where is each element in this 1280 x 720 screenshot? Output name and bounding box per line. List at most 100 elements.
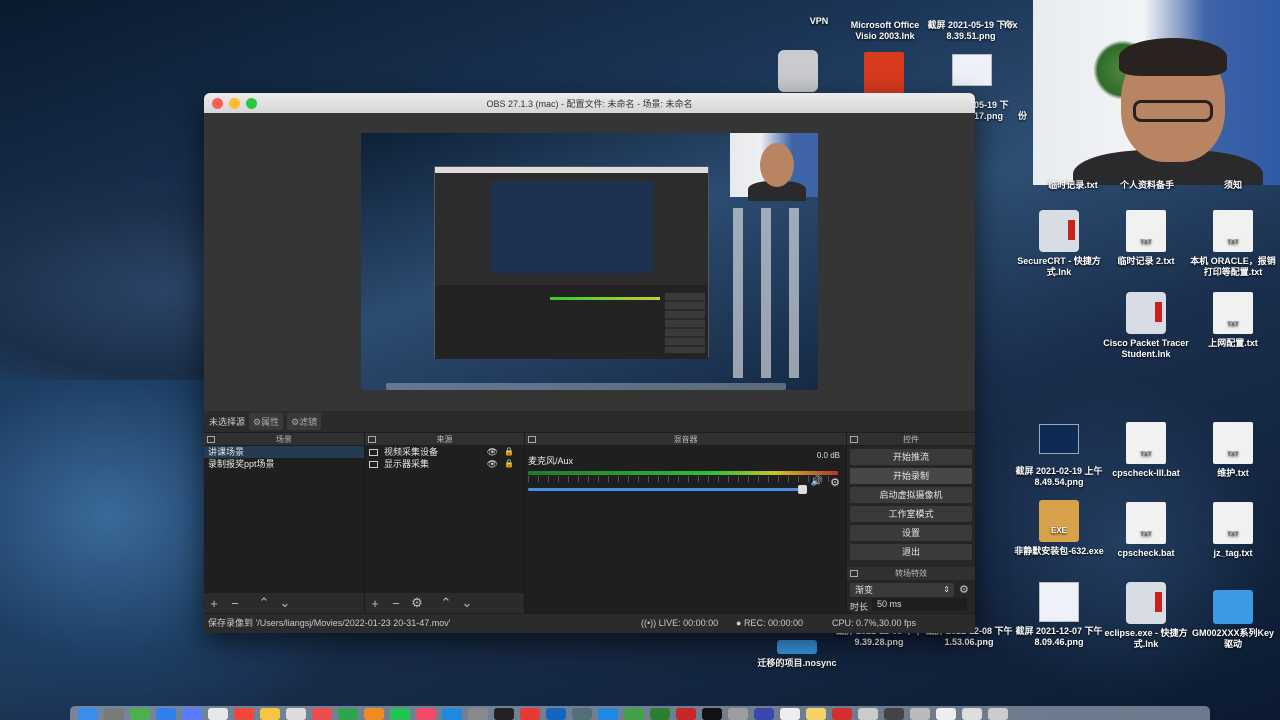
- finder-icon[interactable]: [78, 708, 98, 720]
- wechat-icon[interactable]: [624, 708, 644, 720]
- preview-area[interactable]: [204, 113, 975, 411]
- exit-button[interactable]: 退出: [850, 544, 972, 560]
- trash-icon[interactable]: [988, 708, 1008, 720]
- app-icon[interactable]: [338, 708, 358, 720]
- settings-icon[interactable]: [468, 708, 488, 720]
- source-item[interactable]: 显示器采集 👁 🔒: [365, 458, 524, 470]
- properties-button[interactable]: ⚙属性: [249, 413, 284, 430]
- move-up-icon[interactable]: ⌃: [440, 595, 452, 611]
- app-icon[interactable]: [650, 708, 670, 720]
- desktop-icon-maintain[interactable]: 维护.txt: [1188, 422, 1278, 479]
- app-icon[interactable]: [676, 708, 696, 720]
- scene-item[interactable]: 讲课场景: [204, 446, 364, 458]
- undock-icon[interactable]: [368, 436, 376, 443]
- app-icon[interactable]: [364, 708, 384, 720]
- app-icon[interactable]: [312, 708, 332, 720]
- app-icon[interactable]: [884, 708, 904, 720]
- remove-icon[interactable]: −: [229, 596, 241, 611]
- desktop-icon-screenshot-0219[interactable]: 截屏 2021-02-19 上午8.49.54.png: [1014, 424, 1104, 488]
- desktop-icon-net-config[interactable]: 上网配置.txt: [1188, 292, 1278, 349]
- settings-button[interactable]: 设置: [850, 525, 972, 541]
- app-icon[interactable]: [728, 708, 748, 720]
- calendar-icon[interactable]: [234, 708, 254, 720]
- safari-icon[interactable]: [156, 708, 176, 720]
- obs-icon[interactable]: [702, 708, 722, 720]
- notes-icon[interactable]: [260, 708, 280, 720]
- terminal-icon[interactable]: [494, 708, 514, 720]
- app-icon[interactable]: [598, 708, 618, 720]
- remove-icon[interactable]: −: [390, 596, 402, 611]
- desktop-icon-cut[interactable]: 个人资料备手: [1102, 180, 1192, 191]
- desktop-icon-png[interactable]: [950, 54, 994, 90]
- app-icon[interactable]: [754, 708, 774, 720]
- app-icon[interactable]: [936, 708, 956, 720]
- desktop-icon-exe[interactable]: 非静默安装包-632.exe: [1014, 500, 1104, 557]
- desktop-icon-screenshot-c[interactable]: 截屏 2021-12-07 下午8.09.46.png: [1014, 582, 1104, 648]
- speaker-icon[interactable]: 🔊: [811, 476, 823, 487]
- app-store-icon[interactable]: [442, 708, 462, 720]
- app-icon[interactable]: [416, 708, 436, 720]
- add-icon[interactable]: +: [208, 596, 220, 611]
- duration-input[interactable]: 50 ms: [872, 598, 967, 611]
- desktop-icon-cpscheck[interactable]: cpscheck.bat: [1101, 502, 1191, 559]
- start-streaming-button[interactable]: 开始推流: [850, 449, 972, 465]
- filters-button[interactable]: ⚙滤镜: [287, 413, 322, 430]
- move-up-icon[interactable]: ⌃: [258, 595, 270, 611]
- desktop-icon-cisco[interactable]: Cisco Packet Tracer Student.lnk: [1101, 292, 1191, 360]
- desktop-icon-disk[interactable]: [778, 50, 818, 96]
- messages-icon[interactable]: [390, 708, 410, 720]
- source-item[interactable]: 视频采集设备 👁 🔒: [365, 446, 524, 458]
- desktop-icon-cpscheck3[interactable]: cpscheck-III.bat: [1101, 422, 1191, 479]
- window-titlebar[interactable]: OBS 27.1.3 (mac) - 配置文件: 未命名 - 场景: 未命名: [204, 93, 975, 113]
- folder-icon[interactable]: [806, 708, 826, 720]
- desktop-icon-securecrt[interactable]: SecureCRT - 快捷方式.lnk: [1014, 210, 1104, 278]
- volume-fader[interactable]: [528, 485, 807, 494]
- add-icon[interactable]: +: [369, 596, 381, 611]
- start-recording-button[interactable]: 开始录制: [850, 468, 972, 484]
- transition-select[interactable]: 渐变 ⇕: [850, 583, 954, 597]
- start-virtual-camera-button[interactable]: 启动虚拟摄像机: [850, 487, 972, 503]
- preview-canvas[interactable]: [361, 133, 818, 390]
- fader-knob[interactable]: [798, 485, 807, 494]
- undock-icon[interactable]: [207, 436, 215, 443]
- undock-icon[interactable]: [850, 436, 858, 443]
- desktop-icon-jz-tag[interactable]: jz_tag.txt: [1188, 502, 1278, 559]
- app-icon[interactable]: [546, 708, 566, 720]
- desktop-icon-fox[interactable]: fox: [1004, 20, 1034, 31]
- app-icon[interactable]: [780, 708, 800, 720]
- studio-mode-button[interactable]: 工作室模式: [850, 506, 972, 522]
- app-icon[interactable]: [286, 708, 306, 720]
- desktop-icon-office[interactable]: [862, 52, 906, 98]
- app-icon[interactable]: [182, 708, 202, 720]
- app-icon[interactable]: [520, 708, 540, 720]
- move-down-icon[interactable]: ⌄: [279, 595, 291, 611]
- app-icon[interactable]: [910, 708, 930, 720]
- app-icon[interactable]: [962, 708, 982, 720]
- desktop-icon-migrate[interactable]: 迁移的项目.nosync: [752, 640, 842, 669]
- desktop-icon-eclipse[interactable]: eclipse.exe - 快捷方式.lnk: [1101, 582, 1191, 650]
- undock-icon[interactable]: [850, 570, 858, 577]
- desktop-icon-visio[interactable]: Microsoft Office Visio 2003.lnk: [840, 0, 930, 42]
- undock-icon[interactable]: [528, 436, 536, 443]
- gear-icon[interactable]: ⚙: [411, 595, 423, 611]
- visibility-eye-icon[interactable]: 👁: [487, 458, 498, 470]
- move-down-icon[interactable]: ⌄: [461, 595, 473, 611]
- desktop-icon-cut[interactable]: 须知: [1188, 180, 1278, 191]
- gear-icon[interactable]: ⚙: [959, 583, 969, 596]
- scene-item[interactable]: 录制报奖ppt场景: [204, 458, 364, 470]
- desktop-icon-oracle[interactable]: 本机 ORACLE，报销打印等配置.txt: [1188, 210, 1278, 278]
- app-icon[interactable]: [208, 708, 228, 720]
- desktop-icon-gm-driver[interactable]: GM002XXX系列Key驱动: [1188, 582, 1278, 650]
- app-icon[interactable]: [130, 708, 150, 720]
- launchpad-icon[interactable]: [104, 708, 124, 720]
- app-icon[interactable]: [572, 708, 592, 720]
- app-icon[interactable]: [832, 708, 852, 720]
- lock-icon[interactable]: 🔒: [504, 446, 514, 458]
- gear-icon[interactable]: ⚙: [830, 476, 840, 489]
- app-icon[interactable]: [858, 708, 878, 720]
- desktop-icon-screenshot[interactable]: 截屏 2021-05-19 下午8.39.51.png: [926, 0, 1016, 42]
- desktop-icon-partial[interactable]: 份: [1018, 111, 1032, 122]
- visibility-eye-icon[interactable]: 👁: [487, 446, 498, 458]
- desktop-icon-screenshot2[interactable]: 05-19 下 17.png: [974, 100, 1014, 122]
- lock-icon[interactable]: 🔒: [504, 458, 514, 470]
